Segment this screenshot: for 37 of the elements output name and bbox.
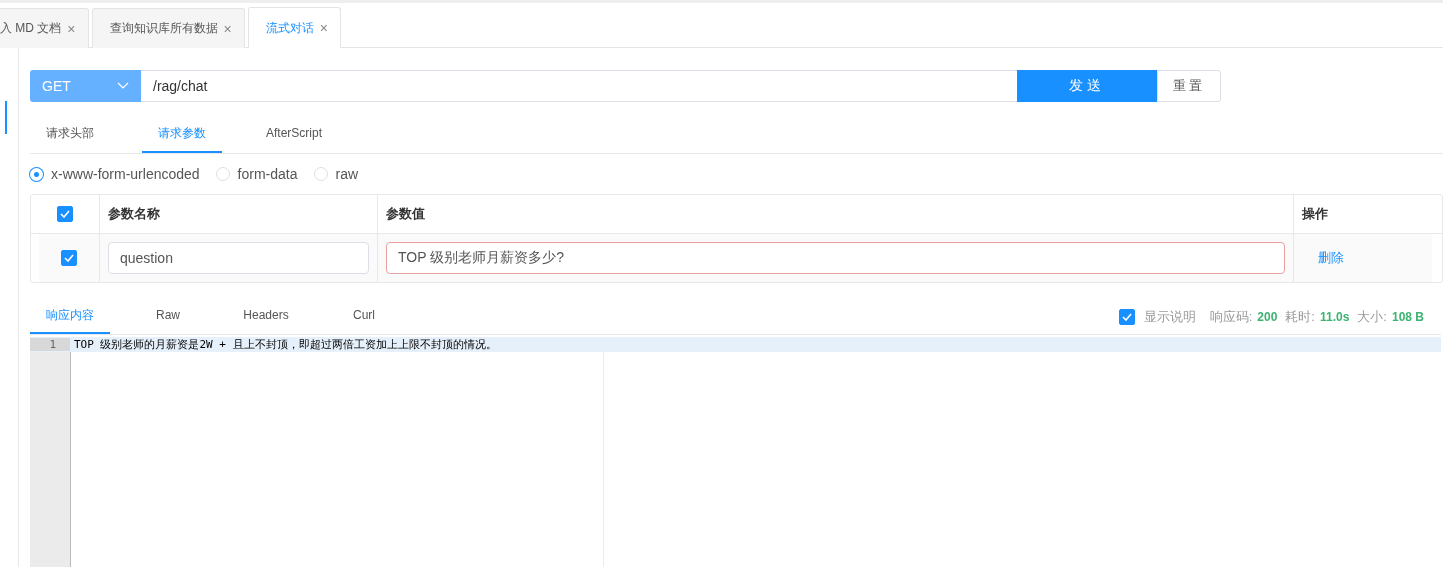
stat-value: 11.0s [1319,309,1350,324]
param-name-input[interactable]: question [108,242,369,274]
page-tab[interactable]: 入 MD 文档 × [0,8,89,48]
checkbox[interactable] [61,250,77,266]
checkbox[interactable] [1118,308,1135,325]
close-icon[interactable]: × [319,20,328,36]
column-header: 参数名称 [108,205,160,223]
request-tab[interactable]: 请求头部 [30,116,110,153]
radio-label: x-www-form-urlencoded [51,166,200,182]
stat-value: 200 [1257,309,1278,324]
url-input[interactable]: /rag/chat [141,70,1017,102]
checkmark-icon [64,254,74,262]
code-line: TOP 级别老师的月薪资是2W + 且上不封顶，即超过两倍工资加上上限不封顶的情况。 [73,337,497,352]
page-tab[interactable]: 查询知识库所有数据 × [91,8,245,48]
param-value-input[interactable]: TOP 级别老师月薪资多少? [386,242,1285,274]
radio-label: form-data [237,166,298,182]
response-tab[interactable]: Raw [128,299,208,334]
column-header: 操作 [1302,205,1328,223]
stat-label: 响应码: [1209,307,1253,326]
checkmark-icon [1121,312,1132,321]
request-tab[interactable]: AfterScript [254,116,334,153]
code-editor[interactable]: 1 TOP 级别老师的月薪资是2W + 且上不封顶，即超过两倍工资加上上限不封顶的情况。 [30,337,1441,567]
page-tab[interactable]: 流式对话 × [247,7,341,48]
column-header: 参数值 [386,205,425,223]
checkmark-icon [60,210,70,218]
sidebar-indicator [5,101,7,134]
reset-button[interactable]: 重置 [1157,70,1221,102]
checkbox-label: 显示说明 [1143,307,1196,326]
response-tab[interactable]: Curl [324,299,404,334]
checkbox[interactable] [57,206,73,222]
line-number: 1 [30,338,70,351]
radio-label: raw [335,166,359,182]
stat-label: 大小: [1357,307,1387,326]
stat-value: 108 B [1391,309,1424,324]
response-tab[interactable]: Headers [226,299,306,334]
chevron-down-icon [117,82,129,90]
stat-label: 耗时: [1285,307,1315,326]
